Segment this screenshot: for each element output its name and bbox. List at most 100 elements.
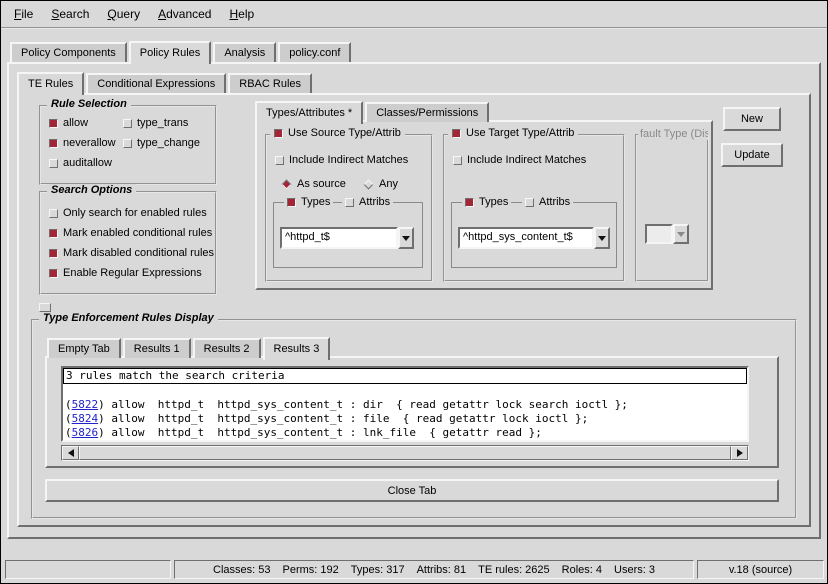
radio-indicator: [282, 179, 292, 189]
only-enabled-rules-checkbox[interactable]: Only search for enabled rules: [49, 207, 207, 219]
rule-selection-group: Rule Selection allow neverallow auditall…: [39, 105, 217, 185]
tab-classes-permissions[interactable]: Classes/Permissions: [365, 102, 489, 122]
default-type-title: fault Type (Disa: [638, 128, 708, 140]
checkbox-indicator: [452, 129, 461, 138]
neverallow-checkbox[interactable]: neverallow: [49, 137, 116, 149]
mark-enabled-conditional-checkbox[interactable]: Mark enabled conditional rules: [49, 227, 212, 239]
checkbox-indicator: [49, 229, 58, 238]
tab-policy-components[interactable]: Policy Components: [10, 42, 127, 62]
any-radio[interactable]: Any: [363, 178, 398, 190]
use-target-type-checkbox[interactable]: Use Target Type/Attrib: [448, 127, 578, 139]
menu-file[interactable]: File: [5, 4, 42, 24]
chevron-down-icon: [402, 236, 410, 241]
tab-types-attributes[interactable]: Types/Attributes *: [255, 101, 363, 124]
status-stats: Classes: 53 Perms: 192 Types: 317 Attrib…: [174, 560, 694, 579]
allow-checkbox[interactable]: allow: [49, 117, 88, 129]
arrow-right-icon: [737, 449, 743, 457]
target-type-combo[interactable]: ^httpd_sys_content_t$: [458, 227, 610, 249]
rule-text: allow httpd_t httpd_sys_content_t : file…: [105, 412, 588, 425]
tab-policy-rules[interactable]: Policy Rules: [129, 41, 212, 64]
checkbox-indicator: [49, 159, 58, 168]
chevron-down-icon: [677, 232, 685, 237]
as-source-radio[interactable]: As source: [281, 178, 346, 190]
source-type-combo[interactable]: ^httpd_t$: [280, 227, 414, 249]
rule-text: allow httpd_t httpd_sys_content_t : lnk_…: [105, 426, 542, 439]
stat-classes: Classes: 53: [213, 564, 270, 576]
checkbox-indicator: [123, 119, 132, 128]
tab-results-2[interactable]: Results 2: [193, 338, 261, 358]
tab-results-3[interactable]: Results 3: [263, 337, 331, 360]
target-type-combo-entry[interactable]: ^httpd_sys_content_t$: [458, 227, 594, 249]
arrow-left-icon: [68, 449, 74, 457]
new-button[interactable]: New: [723, 107, 781, 131]
default-type-combo: [645, 224, 689, 244]
mark-disabled-conditional-checkbox[interactable]: Mark disabled conditional rules: [49, 247, 214, 259]
stat-users: Users: 3: [614, 564, 655, 576]
target-types-checkbox[interactable]: Types: [462, 196, 511, 208]
use-source-type-checkbox[interactable]: Use Source Type/Attrib: [270, 127, 405, 139]
tab-analysis[interactable]: Analysis: [213, 42, 276, 62]
source-type-combo-entry[interactable]: ^httpd_t$: [280, 227, 398, 249]
stat-roles: Roles: 4: [562, 564, 602, 576]
results-title: Type Enforcement Rules Display: [39, 312, 218, 324]
rule-number-link[interactable]: 5826: [72, 426, 99, 439]
checkbox-indicator: [49, 269, 58, 278]
type-change-checkbox[interactable]: type_change: [123, 137, 200, 149]
menubar: File Search Query Advanced Help: [1, 1, 827, 29]
search-options-group: Search Options Only search for enabled r…: [39, 191, 217, 295]
stat-perms: Perms: 192: [283, 564, 339, 576]
menu-advanced[interactable]: Advanced: [149, 4, 220, 24]
te-rules-page: Rule Selection allow neverallow auditall…: [17, 93, 811, 527]
types-attributes-tab-bar: Types/Attributes * Classes/Permissions: [255, 99, 491, 122]
pane-sash-handle[interactable]: [39, 303, 51, 312]
scroll-left-button[interactable]: [62, 446, 79, 460]
rule-number-link[interactable]: 5822: [72, 398, 99, 411]
stat-attribs: Attribs: 81: [417, 564, 467, 576]
combo-dropdown-button[interactable]: [594, 227, 610, 249]
stat-types: Types: 317: [351, 564, 405, 576]
enable-regex-checkbox[interactable]: Enable Regular Expressions: [49, 267, 202, 279]
source-attribs-checkbox[interactable]: Attribs: [342, 196, 393, 208]
results-tab-bar: Empty Tab Results 1 Results 2 Results 3: [47, 335, 332, 358]
results-summary: 3 rules match the search criteria: [63, 368, 747, 384]
rule-selection-title: Rule Selection: [47, 98, 131, 110]
source-indirect-checkbox[interactable]: Include Indirect Matches: [275, 154, 408, 166]
horizontal-scrollbar[interactable]: [61, 445, 749, 461]
source-types-box: Types Attribs ^httpd_t$: [273, 202, 423, 268]
checkbox-indicator: [453, 156, 462, 165]
scroll-right-button[interactable]: [731, 446, 748, 460]
target-attribs-checkbox[interactable]: Attribs: [522, 196, 573, 208]
checkbox-indicator: [274, 129, 283, 138]
chevron-down-icon: [598, 236, 606, 241]
tab-empty[interactable]: Empty Tab: [47, 338, 121, 358]
tab-policy-conf[interactable]: policy.conf: [278, 42, 351, 62]
tab-te-rules[interactable]: TE Rules: [17, 72, 84, 95]
menu-query[interactable]: Query: [98, 4, 149, 24]
update-button[interactable]: Update: [721, 143, 783, 167]
combo-dropdown-button: [673, 224, 689, 244]
type-trans-checkbox[interactable]: type_trans: [123, 117, 188, 129]
tab-rbac-rules[interactable]: RBAC Rules: [228, 73, 312, 93]
tab-conditional-expressions[interactable]: Conditional Expressions: [86, 73, 226, 93]
close-tab-button[interactable]: Close Tab: [45, 479, 779, 502]
main-tab-bar: Policy Components Policy Rules Analysis …: [10, 39, 353, 62]
results-text-area[interactable]: 3 rules match the search criteria (5822)…: [61, 366, 749, 442]
results-group: Type Enforcement Rules Display Empty Tab…: [31, 319, 797, 519]
blank-line: [65, 384, 745, 398]
result-rule-line: (5824) allow httpd_t httpd_sys_content_t…: [65, 412, 745, 426]
apol-window: File Search Query Advanced Help Policy C…: [0, 0, 828, 584]
auditallow-checkbox[interactable]: auditallow: [49, 157, 112, 169]
target-indirect-checkbox[interactable]: Include Indirect Matches: [453, 154, 586, 166]
stat-te-rules: TE rules: 2625: [478, 564, 550, 576]
scroll-thumb[interactable]: [79, 446, 731, 460]
source-types-checkbox[interactable]: Types: [284, 196, 333, 208]
rule-number-link[interactable]: 5824: [72, 412, 99, 425]
checkbox-indicator: [287, 198, 296, 207]
checkbox-indicator: [123, 139, 132, 148]
target-type-group: Use Target Type/Attrib Include Indirect …: [443, 134, 625, 282]
menu-search[interactable]: Search: [42, 4, 98, 24]
combo-dropdown-button[interactable]: [398, 227, 414, 249]
menu-help[interactable]: Help: [220, 4, 263, 24]
types-attributes-page: Use Source Type/Attrib Include Indirect …: [255, 120, 713, 290]
tab-results-1[interactable]: Results 1: [123, 338, 191, 358]
